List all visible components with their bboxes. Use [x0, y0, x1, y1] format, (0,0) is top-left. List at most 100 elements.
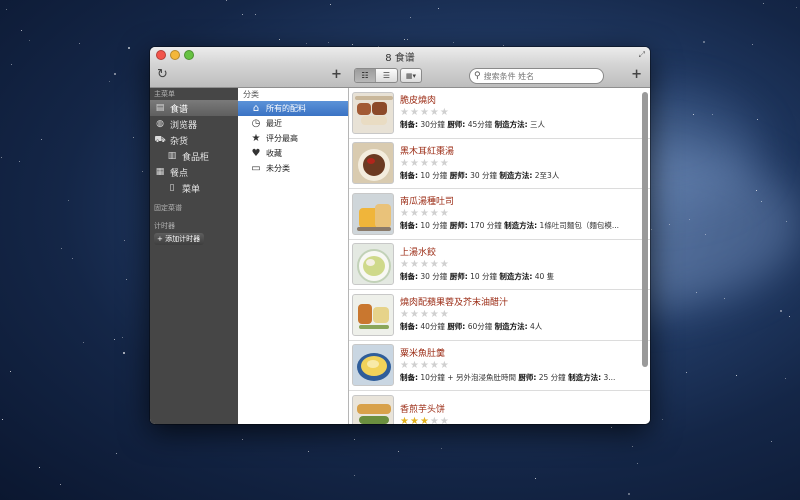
rating-star-icon[interactable]: ★: [430, 360, 439, 371]
category-favorites[interactable]: ♥ 收藏: [238, 146, 348, 161]
rating-star-icon[interactable]: ★: [400, 259, 409, 270]
rating-star-icon[interactable]: ★: [440, 158, 449, 169]
recipe-row[interactable]: 南瓜湯種吐司 ★ ★ ★ ★ ★ 制备: 10 分鐘 厨师: 170 分鐘 制造方法: …: [349, 189, 650, 240]
recipe-row[interactable]: 黑木耳紅棗湯 ★ ★ ★ ★ ★ 制备: 10 分鐘 厨师: 30 分鐘 制造方法: 2…: [349, 139, 650, 189]
background-star: [60, 484, 61, 485]
search-input[interactable]: [483, 71, 592, 81]
background-star: [453, 42, 454, 43]
rating-star-icon[interactable]: ★: [420, 417, 429, 424]
sidebar-item-browser[interactable]: ◍ 浏览器: [150, 116, 238, 132]
rating-star-icon[interactable]: ★: [420, 360, 429, 371]
rating-star-icon[interactable]: ★: [440, 310, 449, 320]
recipe-row[interactable]: 香煎芋头饼 ★ ★ ★ ★ ★: [349, 391, 650, 424]
cook-label: 厨师:: [447, 322, 466, 332]
fullscreen-icon[interactable]: ⤢: [639, 50, 645, 60]
sidebar-main-header: 主菜单: [154, 90, 175, 98]
yield-label: 制造方法:: [499, 170, 533, 180]
rating-star-icon[interactable]: ★: [440, 209, 449, 219]
background-star: [736, 375, 737, 376]
background-star: [124, 240, 125, 241]
background-star: [689, 219, 690, 220]
recipe-row[interactable]: 燒肉配蘋果蓉及芥末油醋汁 ★ ★ ★ ★ ★ 制备: 40分鐘 厨师: 60分鐘 制造方…: [349, 290, 650, 341]
sidebar-item-recipes[interactable]: ▤ 食谱: [150, 100, 238, 116]
sidebar-item-menus[interactable]: ▯ 菜单: [150, 180, 238, 196]
rating-star-icon[interactable]: ★: [400, 310, 409, 320]
rating-star-icon[interactable]: ★: [430, 310, 439, 320]
star-rating[interactable]: ★ ★ ★ ★ ★: [400, 309, 640, 321]
recipe-meta: 制备: 10 分鐘 厨师: 170 分鐘 制造方法: 1條吐司麵包（麵包模...: [400, 220, 640, 231]
recipe-title[interactable]: 脆皮燒肉: [400, 95, 640, 107]
search-field[interactable]: ⚲: [469, 68, 604, 84]
add-item-icon[interactable]: +: [331, 68, 342, 82]
cook-label: 厨师:: [518, 372, 537, 382]
background-star: [705, 234, 706, 235]
rating-star-icon[interactable]: ★: [410, 158, 419, 169]
rating-star-icon[interactable]: ★: [410, 259, 419, 270]
rating-star-icon[interactable]: ★: [420, 259, 429, 270]
category-recent[interactable]: ◷ 最近: [238, 116, 348, 131]
recipe-row[interactable]: 脆皮燒肉 ★ ★ ★ ★ ★ 制备: 30分鐘 厨师: 45分鐘 制造方法: 三人: [349, 88, 650, 139]
rating-star-icon[interactable]: ★: [410, 209, 419, 219]
rating-star-icon[interactable]: ★: [410, 310, 419, 320]
rating-star-icon[interactable]: ★: [430, 158, 439, 169]
recipe-box-icon: ▤: [155, 103, 165, 113]
background-star: [796, 7, 797, 8]
rating-star-icon[interactable]: ★: [400, 158, 409, 169]
grid-view-menu-icon[interactable]: ▦▾: [400, 68, 422, 83]
rating-star-icon[interactable]: ★: [400, 417, 409, 424]
vertical-scrollbar[interactable]: [642, 92, 648, 367]
rating-star-icon[interactable]: ★: [420, 310, 429, 320]
sidebar-item-meals[interactable]: ▦ 餐点: [150, 164, 238, 180]
recipe-title[interactable]: 黑木耳紅棗湯: [400, 146, 640, 158]
rating-star-icon[interactable]: ★: [430, 417, 439, 424]
rating-star-icon[interactable]: ★: [400, 360, 409, 371]
rating-star-icon[interactable]: ★: [440, 108, 449, 118]
rating-star-icon[interactable]: ★: [400, 209, 409, 219]
rating-star-icon[interactable]: ★: [440, 360, 449, 371]
recipe-row[interactable]: 粟米魚肚羹 ★ ★ ★ ★ ★ 制备: 10分鐘 + 另外泡浸魚肚時間 厨师: 25 分…: [349, 341, 650, 391]
rating-star-icon[interactable]: ★: [420, 209, 429, 219]
star-rating[interactable]: ★ ★ ★ ★ ★: [400, 107, 640, 119]
list-view-icon[interactable]: ☰: [376, 69, 397, 82]
category-list: 分类 ⌂ 所有的配料 ◷ 最近 ★ 评分最高 ♥ 收藏 ▭ 未分类: [238, 88, 349, 424]
thumbnail-list-view-icon[interactable]: ☷: [355, 69, 376, 82]
category-top-rated[interactable]: ★ 评分最高: [238, 131, 348, 146]
recipe-title[interactable]: 上湯水餃: [400, 247, 640, 259]
recipe-title[interactable]: 香煎芋头饼: [400, 404, 640, 416]
add-recipe-icon[interactable]: +: [631, 68, 642, 82]
background-star: [242, 439, 243, 440]
recipe-title[interactable]: 南瓜湯種吐司: [400, 196, 640, 208]
rating-star-icon[interactable]: ★: [410, 360, 419, 371]
star-rating[interactable]: ★ ★ ★ ★ ★: [400, 360, 640, 372]
star-rating[interactable]: ★ ★ ★ ★ ★: [400, 208, 640, 220]
rating-star-icon[interactable]: ★: [410, 417, 419, 424]
rating-star-icon[interactable]: ★: [440, 417, 449, 424]
rating-star-icon[interactable]: ★: [440, 259, 449, 270]
recipe-title[interactable]: 燒肉配蘋果蓉及芥末油醋汁: [400, 297, 640, 309]
refresh-icon[interactable]: ↻: [157, 68, 168, 82]
rating-star-icon[interactable]: ★: [410, 108, 419, 118]
category-all-ingredients[interactable]: ⌂ 所有的配料: [238, 101, 348, 116]
add-timer-button[interactable]: + 添加计时器: [154, 233, 204, 245]
recipe-row[interactable]: 上湯水餃 ★ ★ ★ ★ ★ 制备: 30 分鐘 厨师: 10 分鐘 制造方法: 40 …: [349, 240, 650, 290]
rating-star-icon[interactable]: ★: [430, 108, 439, 118]
prep-time: 30 分鐘: [418, 271, 450, 281]
star-rating[interactable]: ★ ★ ★ ★ ★: [400, 259, 640, 271]
star-rating[interactable]: ★ ★ ★ ★ ★: [400, 416, 640, 424]
background-star: [128, 47, 130, 49]
sidebar-item-pantry[interactable]: ▥ 食品柜: [150, 148, 238, 164]
background-star: [21, 30, 22, 31]
rating-star-icon[interactable]: ★: [430, 259, 439, 270]
calendar-icon: ▦: [155, 167, 165, 177]
background-star: [279, 39, 280, 40]
rating-star-icon[interactable]: ★: [420, 108, 429, 118]
prep-label: 制备:: [400, 170, 418, 180]
recipe-title[interactable]: 粟米魚肚羹: [400, 348, 640, 360]
rating-star-icon[interactable]: ★: [430, 209, 439, 219]
sidebar-item-groceries[interactable]: ⛟ 杂货: [150, 132, 238, 148]
star-rating[interactable]: ★ ★ ★ ★ ★: [400, 158, 640, 170]
rating-star-icon[interactable]: ★: [400, 108, 409, 118]
rating-star-icon[interactable]: ★: [420, 158, 429, 169]
category-uncategorized[interactable]: ▭ 未分类: [238, 161, 348, 176]
recipe-thumbnail: [352, 91, 394, 134]
